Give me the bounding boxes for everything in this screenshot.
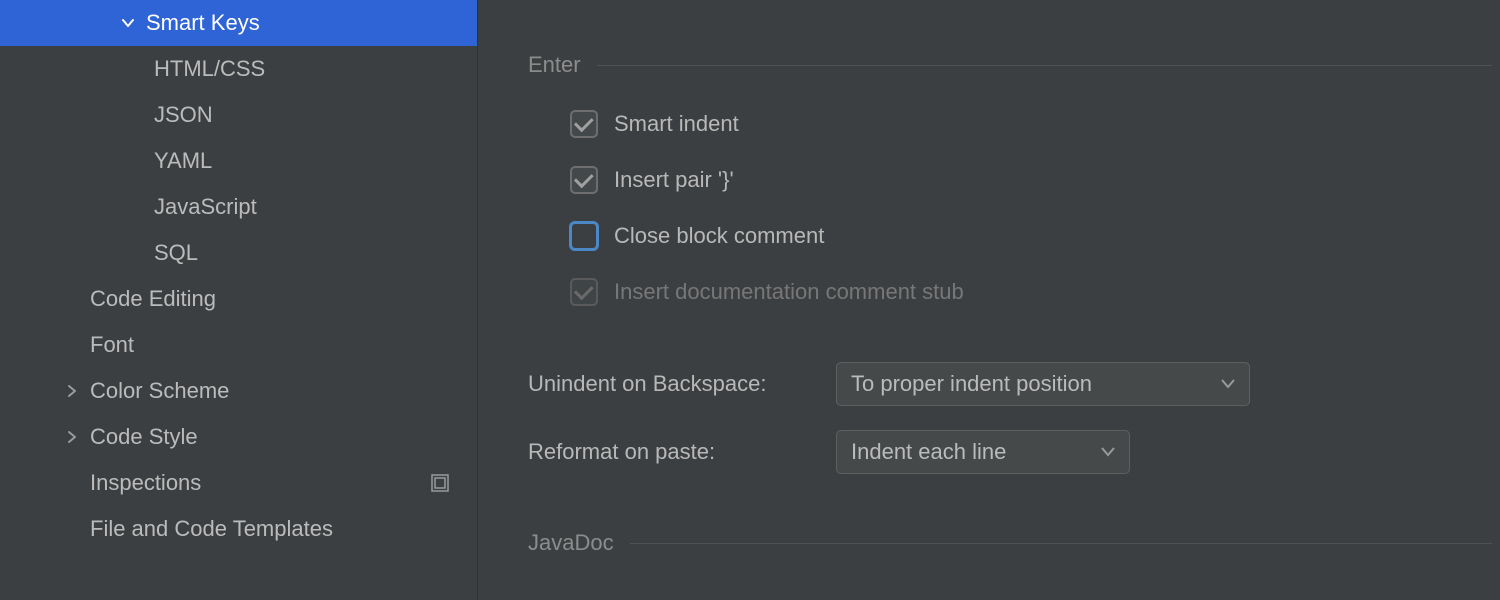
select-value: To proper indent position — [851, 371, 1092, 397]
sidebar-item-yaml[interactable]: YAML — [0, 138, 477, 184]
form-label: Unindent on Backspace: — [528, 371, 836, 397]
checkbox[interactable] — [570, 222, 598, 250]
chevron-right-icon — [64, 383, 80, 399]
sidebar-item-code-style[interactable]: Code Style — [0, 414, 477, 460]
option-smart-indent[interactable]: Smart indent — [570, 96, 1500, 152]
sidebar-item-color-scheme[interactable]: Color Scheme — [0, 368, 477, 414]
section-body-enter: Smart indent Insert pair '}' Close block… — [570, 96, 1500, 320]
select-reformat-paste[interactable]: Indent each line — [836, 430, 1130, 474]
checkbox — [570, 278, 598, 306]
sidebar-item-label: Color Scheme — [90, 378, 229, 404]
sidebar-item-code-editing[interactable]: Code Editing — [0, 276, 477, 322]
sidebar-item-label: SQL — [154, 240, 198, 266]
option-label: Insert documentation comment stub — [614, 279, 964, 305]
sidebar-item-label: Font — [90, 332, 134, 358]
chevron-down-icon — [1101, 447, 1115, 457]
checkbox[interactable] — [570, 166, 598, 194]
row-reformat-paste: Reformat on paste: Indent each line — [528, 430, 1500, 474]
sidebar-item-file-and-code-templates[interactable]: File and Code Templates — [0, 506, 477, 552]
sidebar-item-label: JSON — [154, 102, 213, 128]
option-insert-pair-brace[interactable]: Insert pair '}' — [570, 152, 1500, 208]
checkbox[interactable] — [570, 110, 598, 138]
section-header-javadoc: JavaDoc — [528, 530, 1500, 556]
sidebar-item-html-css[interactable]: HTML/CSS — [0, 46, 477, 92]
form-label: Reformat on paste: — [528, 439, 836, 465]
sidebar-item-javascript[interactable]: JavaScript — [0, 184, 477, 230]
section-title: JavaDoc — [528, 530, 614, 556]
sidebar-item-font[interactable]: Font — [0, 322, 477, 368]
sidebar-item-label: JavaScript — [154, 194, 257, 220]
sidebar-item-smart-keys[interactable]: Smart Keys — [0, 0, 477, 46]
sidebar-item-label: HTML/CSS — [154, 56, 265, 82]
chevron-right-icon — [64, 429, 80, 445]
chevron-down-icon — [1221, 379, 1235, 389]
settings-sidebar: Smart Keys HTML/CSS JSON YAML JavaScript… — [0, 0, 478, 600]
project-level-icon — [431, 474, 449, 492]
section-title: Enter — [528, 52, 581, 78]
sidebar-item-label: Code Style — [90, 424, 198, 450]
option-insert-doc-comment-stub: Insert documentation comment stub — [570, 264, 1500, 320]
sidebar-item-sql[interactable]: SQL — [0, 230, 477, 276]
option-label: Insert pair '}' — [614, 167, 734, 193]
sidebar-item-label: Smart Keys — [146, 10, 260, 36]
section-header-enter: Enter — [528, 52, 1500, 78]
settings-content: Enter Smart indent Insert pair '}' Close… — [478, 0, 1500, 600]
sidebar-item-inspections[interactable]: Inspections — [0, 460, 477, 506]
divider — [597, 65, 1492, 66]
chevron-down-icon — [120, 15, 136, 31]
sidebar-item-json[interactable]: JSON — [0, 92, 477, 138]
option-close-block-comment[interactable]: Close block comment — [570, 208, 1500, 264]
select-value: Indent each line — [851, 439, 1006, 465]
sidebar-item-label: Code Editing — [90, 286, 216, 312]
sidebar-item-label: YAML — [154, 148, 212, 174]
divider — [630, 543, 1492, 544]
option-label: Close block comment — [614, 223, 824, 249]
sidebar-item-label: Inspections — [90, 470, 201, 496]
select-unindent-backspace[interactable]: To proper indent position — [836, 362, 1250, 406]
row-unindent-backspace: Unindent on Backspace: To proper indent … — [528, 362, 1500, 406]
option-label: Smart indent — [614, 111, 739, 137]
sidebar-item-label: File and Code Templates — [90, 516, 333, 542]
